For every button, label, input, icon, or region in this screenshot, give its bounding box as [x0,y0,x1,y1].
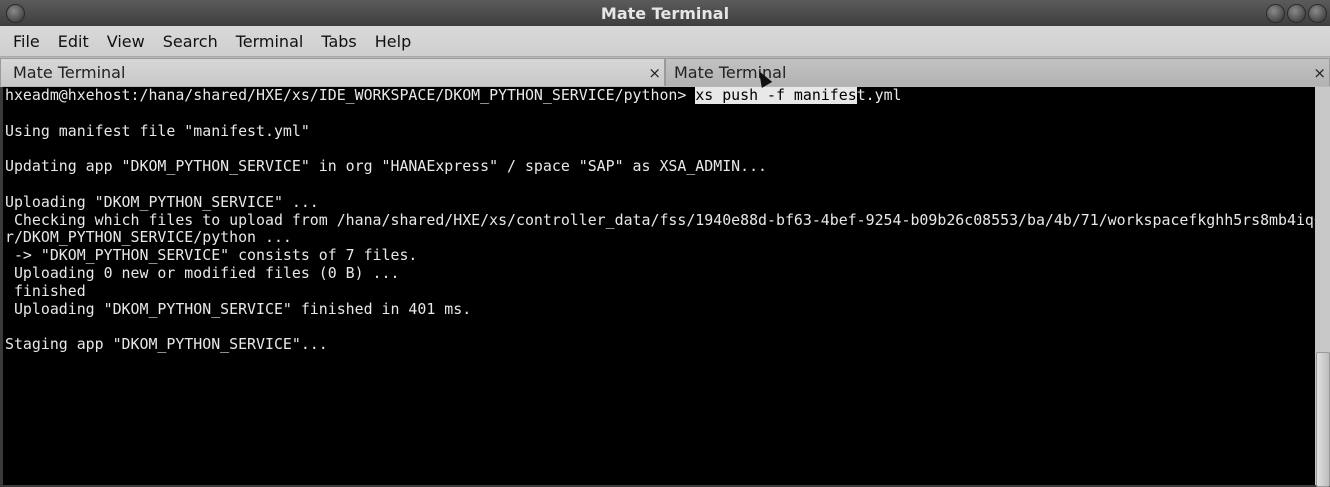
window-title: Mate Terminal [600,3,730,23]
terminal-line: r/DKOM_PYTHON_SERVICE/python ... [5,228,292,247]
scrollbar-thumb[interactable] [1316,352,1330,487]
tab-bar: Mate Terminal × Mate Terminal × [0,57,1330,87]
menu-edit[interactable]: Edit [49,32,98,51]
command-rest: t.yml [856,87,902,104]
menu-terminal[interactable]: Terminal [227,32,313,51]
terminal-line: Checking which files to upload from /han… [5,210,1315,229]
menu-help[interactable]: Help [366,32,420,51]
terminal-line: Updating app "DKOM_PYTHON_SERVICE" in or… [5,157,768,176]
minimize-button[interactable] [1266,4,1285,23]
terminal-line: Uploading "DKOM_PYTHON_SERVICE" ... [5,192,319,211]
terminal-line: finished [5,281,86,300]
tab-close-icon[interactable]: × [648,64,661,82]
tab-label: Mate Terminal [13,63,126,82]
menu-tabs[interactable]: Tabs [312,32,365,51]
terminal-line: Staging app "DKOM_PYTHON_SERVICE"... [5,335,328,354]
terminal-line: Using manifest file "manifest.yml" [5,121,310,140]
window-titlebar: Mate Terminal [0,0,1330,26]
terminal-output[interactable]: hxeadm@hxehost:/hana/shared/HXE/xs/IDE_W… [3,87,1315,485]
terminal-line: Uploading 0 new or modified files (0 B) … [5,263,400,282]
menu-search[interactable]: Search [154,32,227,51]
prompt: hxeadm@hxehost:/hana/shared/HXE/xs/IDE_W… [5,87,696,104]
maximize-button[interactable] [1287,4,1306,23]
vertical-scrollbar[interactable] [1315,87,1330,487]
menu-file[interactable]: File [0,32,49,51]
terminal-command-line: hxeadm@hxehost:/hana/shared/HXE/xs/IDE_W… [3,87,1315,105]
terminal-line: -> "DKOM_PYTHON_SERVICE" consists of 7 f… [5,246,418,265]
terminal-line: Uploading "DKOM_PYTHON_SERVICE" finished… [5,299,472,318]
window-menu-button[interactable] [6,4,25,23]
tab-terminal-1[interactable]: Mate Terminal × [0,58,665,86]
selected-text: xs push -f manifes [695,87,857,104]
menubar: File Edit View Search Terminal Tabs Help [0,26,1330,57]
menu-view[interactable]: View [98,32,154,51]
close-window-button[interactable] [1308,4,1327,23]
tab-close-icon[interactable]: × [1313,64,1326,82]
